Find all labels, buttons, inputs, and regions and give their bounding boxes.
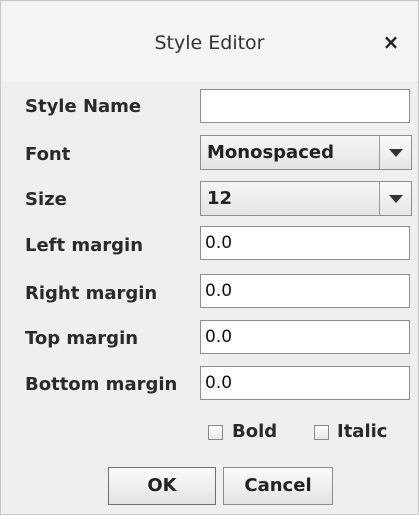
style-name-label: Style Name: [25, 96, 142, 117]
top-margin-input[interactable]: 0.0: [200, 320, 410, 354]
close-icon[interactable]: ×: [379, 30, 403, 54]
right-margin-input[interactable]: 0.0: [200, 274, 410, 308]
font-dropdown-button[interactable]: [379, 136, 411, 169]
style-name-input[interactable]: [200, 89, 410, 123]
dialog-body: Style Name Font Monospaced Size 12 Left …: [1, 82, 416, 513]
chevron-down-icon: [389, 195, 403, 203]
right-margin-label: Right margin: [25, 283, 158, 304]
bottom-margin-input[interactable]: 0.0: [200, 366, 410, 400]
chevron-down-icon: [389, 149, 403, 157]
italic-label: Italic: [337, 421, 388, 442]
ok-button[interactable]: OK: [108, 467, 216, 505]
left-margin-label: Left margin: [25, 235, 144, 256]
top-margin-label: Top margin: [25, 328, 139, 349]
left-margin-input[interactable]: 0.0: [200, 226, 410, 260]
bold-label: Bold: [232, 421, 278, 442]
bottom-margin-label: Bottom margin: [25, 374, 178, 395]
size-select-value: 12: [207, 188, 233, 209]
size-select[interactable]: 12: [200, 181, 412, 216]
size-label: Size: [25, 189, 67, 210]
font-select[interactable]: Monospaced: [200, 135, 412, 170]
bold-checkbox[interactable]: [208, 425, 223, 440]
italic-checkbox[interactable]: [314, 425, 329, 440]
cancel-button[interactable]: Cancel: [223, 467, 333, 505]
dialog-title: Style Editor: [154, 32, 265, 54]
size-dropdown-button[interactable]: [379, 182, 411, 215]
title-bar: Style Editor ×: [2, 2, 417, 83]
font-label: Font: [25, 144, 71, 165]
font-select-value: Monospaced: [207, 142, 334, 163]
